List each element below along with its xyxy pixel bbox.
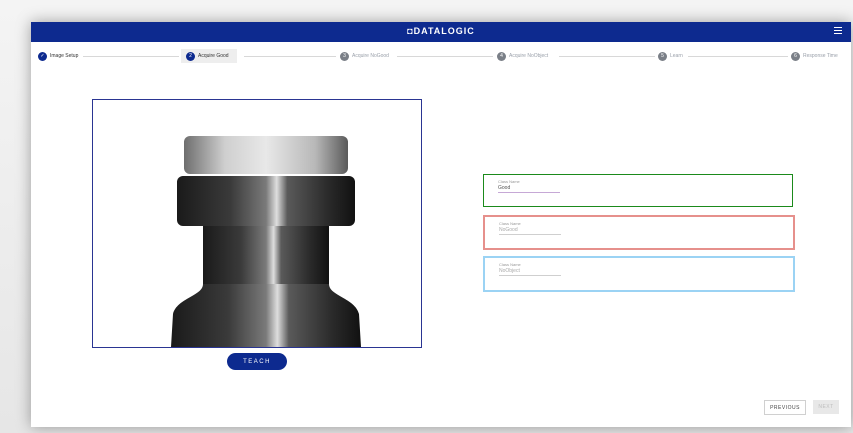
step-number: 6 [791,51,800,61]
field-value[interactable]: NoGood [499,227,518,233]
step-acquire-good[interactable]: 2 Acquire Good [181,49,237,63]
step-learn[interactable]: 5 Learn [658,50,683,62]
step-number: 2 [186,51,195,61]
bottle-image [93,100,421,347]
step-label: Acquire Good [198,53,229,59]
step-label: Learn [670,53,683,59]
teach-button[interactable]: TEACH [227,353,287,370]
step-label: Acquire NoGood [352,53,389,59]
datalogic-logo: ◘DATALOGIC [407,26,475,36]
stepper: ✓ Image Setup 2 Acquire Good 3 Acquire N… [31,48,851,64]
field-label: Class Name [499,262,521,267]
step-number: 3 [340,51,349,61]
hamburger-menu-icon[interactable] [834,27,842,35]
camera-image-viewer [92,99,422,348]
step-acquire-noobject[interactable]: 4 Acquire NoObject [497,50,548,62]
previous-button[interactable]: PREVIOUS [764,400,806,415]
field-label: Class Name [499,221,521,226]
step-label: Image Setup [50,53,79,59]
class-name-field-noobject[interactable]: Class Name NoObject [483,256,795,292]
class-name-field-nogood[interactable]: Class Name NoGood [483,215,795,250]
next-button[interactable]: NEXT [813,400,839,414]
step-number: 5 [658,51,667,61]
step-label: Response Time [803,53,838,59]
step-image-setup[interactable]: ✓ Image Setup [38,50,78,62]
step-label: Acquire NoObject [509,53,549,59]
step-response-time[interactable]: 6 Response Time [791,50,838,62]
app-window: ◘DATALOGIC ✓ Image Setup 2 Acquire Good … [31,22,851,427]
class-name-field-good[interactable]: Class Name Good [483,174,793,207]
check-icon: ✓ [38,51,47,61]
field-label: Class Name [498,179,520,184]
top-bar: ◘DATALOGIC [31,22,851,42]
step-acquire-nogood[interactable]: 3 Acquire NoGood [340,50,389,62]
field-value[interactable]: Good [498,185,510,191]
field-value[interactable]: NoObject [499,268,520,274]
step-number: 4 [497,51,506,61]
